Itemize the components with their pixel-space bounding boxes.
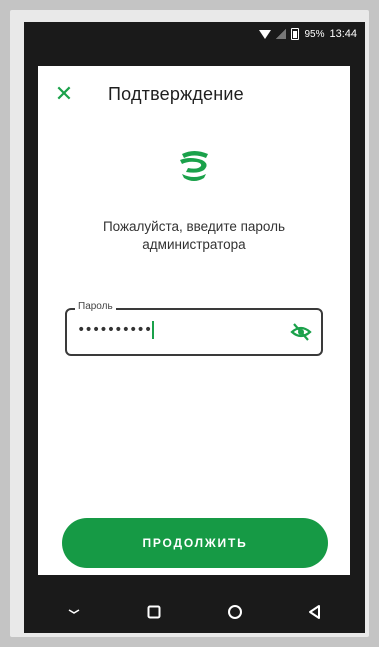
header: ✕ Подтверждение bbox=[38, 66, 350, 122]
sber-logo-icon bbox=[180, 151, 208, 181]
status-bar: 95% 13:44 bbox=[24, 22, 365, 46]
device-screen: 95% 13:44 ✕ Подтверждение Пожалуйста, вв… bbox=[24, 22, 365, 633]
battery-icon bbox=[291, 28, 300, 40]
password-label: Пароль bbox=[75, 301, 116, 312]
clock: 13:44 bbox=[329, 28, 357, 40]
chevron-down-icon[interactable] bbox=[56, 597, 92, 627]
home-icon[interactable] bbox=[217, 597, 253, 627]
continue-button[interactable]: ПРОДОЛЖИТЬ bbox=[62, 518, 328, 568]
text-caret bbox=[152, 321, 155, 339]
password-input[interactable]: •••••••••• bbox=[77, 321, 155, 339]
confirmation-dialog: ✕ Подтверждение Пожалуйста, введите паро… bbox=[38, 66, 350, 575]
back-icon[interactable] bbox=[297, 597, 333, 627]
recent-apps-icon[interactable] bbox=[136, 597, 172, 627]
close-icon[interactable]: ✕ bbox=[52, 82, 76, 106]
signal-icon bbox=[276, 29, 287, 39]
page-title: Подтверждение bbox=[108, 84, 244, 104]
android-nav-bar bbox=[24, 591, 365, 633]
wifi-icon bbox=[259, 29, 272, 39]
battery-percent: 95% bbox=[304, 28, 325, 40]
eye-off-icon[interactable] bbox=[290, 322, 312, 342]
instruction-text: Пожалуйста, введите пароль администратор… bbox=[102, 219, 286, 252]
password-field[interactable]: Пароль •••••••••• bbox=[65, 301, 323, 356]
